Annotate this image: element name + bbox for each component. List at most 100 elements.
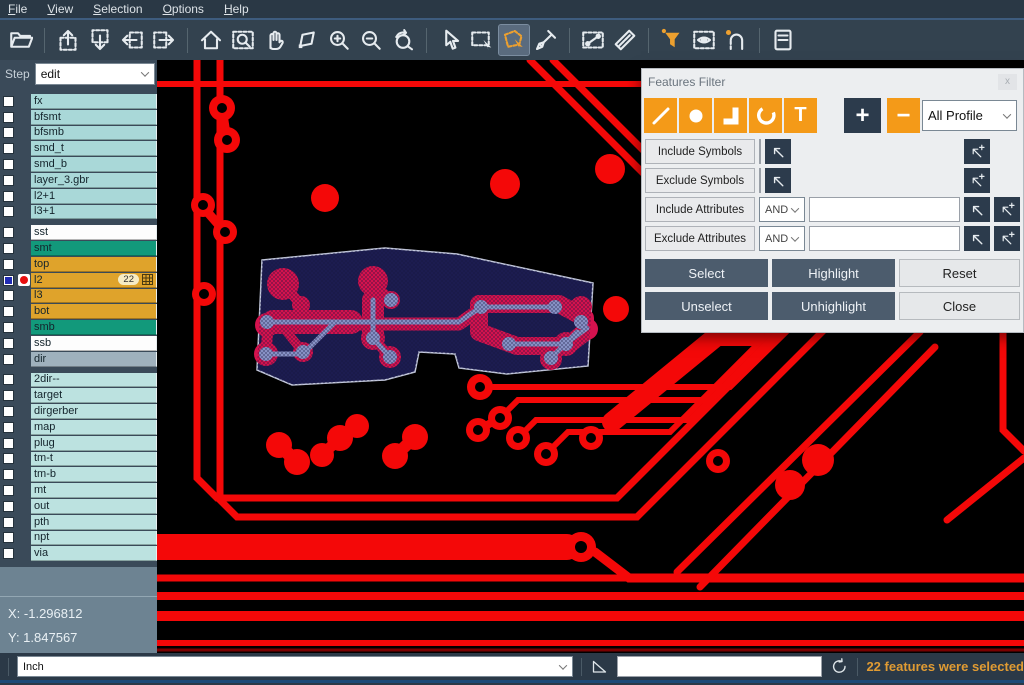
menu-item[interactable]: Selection [93,2,142,16]
refresh-icon[interactable] [830,657,849,676]
filter-row-label-button[interactable]: Include Attributes [645,197,755,222]
zoom-area-icon[interactable] [228,25,258,55]
filter-value-input[interactable] [759,139,761,164]
layer-visibility-checkbox[interactable] [3,485,14,496]
layer-visibility-checkbox[interactable] [3,127,14,138]
layer-visibility-checkbox[interactable] [3,227,14,238]
layer-name-bar[interactable]: bfsmt [31,110,157,125]
angle-measure-icon[interactable] [590,657,609,676]
surface-feature-button[interactable] [714,98,747,133]
step-select[interactable]: edit [35,63,155,85]
layer-visibility-checkbox[interactable] [3,453,14,464]
layer-visibility-checkbox[interactable] [3,259,14,270]
pan-down-icon[interactable] [85,25,115,55]
layer-visibility-checkbox[interactable] [3,338,14,349]
layer-visibility-checkbox[interactable] [3,112,14,123]
zoom-previous-icon[interactable] [388,25,418,55]
menu-item[interactable]: Options [163,2,204,16]
line-feature-button[interactable] [644,98,677,133]
layer-visibility-checkbox[interactable] [3,532,14,543]
filter-row-label-button[interactable]: Include Symbols [645,139,755,164]
select-cursor-icon[interactable] [435,25,465,55]
layer-name-bar[interactable]: smd_b [31,157,157,172]
layer-name-bar[interactable]: smb [31,320,157,335]
layer-visibility-checkbox[interactable] [3,422,14,433]
layer-name-bar[interactable]: l3 [31,289,157,304]
layer-name-bar[interactable]: bot [31,304,157,319]
layer-name-bar[interactable]: mt [31,483,157,498]
layer-name-bar[interactable]: layer_3.gbr [31,173,157,188]
layer-visibility-checkbox[interactable] [3,159,14,170]
layer-visibility-checkbox[interactable] [3,406,14,417]
remove-mode-button[interactable]: − [887,98,920,133]
layer-name-bar[interactable]: target [31,388,157,403]
ruler-icon[interactable] [610,25,640,55]
layer-name-bar[interactable]: l2 22 [31,273,157,288]
features-filter-icon[interactable] [657,25,687,55]
and-or-select[interactable]: AND [759,197,805,222]
layer-visibility-checkbox[interactable] [3,354,14,365]
layer-visibility-checkbox[interactable] [3,306,14,317]
attributes-grid-icon[interactable] [142,274,153,285]
filter-value-input[interactable] [809,197,960,222]
layer-visibility-checkbox[interactable] [3,390,14,401]
layer-name-bar[interactable]: out [31,499,157,514]
dialog-close-button[interactable]: x [998,74,1017,90]
pan-left-icon[interactable] [117,25,147,55]
command-input[interactable] [617,656,822,677]
rect-select-icon[interactable] [467,25,497,55]
dialog-action-button[interactable]: Unhighlight [772,292,895,320]
filter-row-label-button[interactable]: Exclude Attributes [645,226,755,251]
layer-name-bar[interactable]: 2dir-- [31,373,157,388]
pick-add-from-canvas-button[interactable] [994,197,1020,222]
layer-name-bar[interactable]: bfsmb [31,126,157,141]
layer-visibility-checkbox[interactable] [3,548,14,559]
layer-name-bar[interactable]: smt [31,241,157,256]
layer-name-bar[interactable]: pth [31,515,157,530]
filter-value-input[interactable] [759,168,761,193]
pick-from-canvas-button[interactable] [765,168,791,193]
pad-feature-button[interactable] [679,98,712,133]
layer-visibility-checkbox[interactable] [3,275,14,286]
layer-name-bar[interactable]: smd_t [31,141,157,156]
layer-visibility-checkbox[interactable] [3,290,14,301]
layer-visibility-checkbox[interactable] [3,501,14,512]
layer-visibility-checkbox[interactable] [3,96,14,107]
layer-name-bar[interactable]: fx [31,94,157,109]
dialog-action-button[interactable]: Select [645,259,768,287]
layer-visibility-checkbox[interactable] [3,517,14,528]
menu-item[interactable]: View [47,2,73,16]
dialog-action-button[interactable]: Close [899,292,1020,320]
layer-name-bar[interactable]: l3+1 [31,205,157,220]
dialog-action-button[interactable]: Unselect [645,292,768,320]
pick-add-from-canvas-button[interactable] [964,139,990,164]
pan-up-icon[interactable] [53,25,83,55]
add-mode-button[interactable]: + [844,98,881,133]
layer-visibility-checkbox[interactable] [3,206,14,217]
layer-name-bar[interactable]: via [31,546,157,561]
polygon-select-icon[interactable] [499,25,529,55]
menu-item[interactable]: Help [224,2,249,16]
layer-name-bar[interactable]: tm-b [31,467,157,482]
layer-visibility-checkbox[interactable] [3,374,14,385]
and-or-select[interactable]: AND [759,226,805,251]
zoom-polygon-icon[interactable] [292,25,322,55]
pan-hand-icon[interactable] [260,25,290,55]
layer-visibility-checkbox[interactable] [3,438,14,449]
pick-add-from-canvas-button[interactable] [964,168,990,193]
menu-item[interactable]: File [8,2,27,16]
active-layer-indicator[interactable] [18,274,30,286]
layer-name-bar[interactable]: npt [31,531,157,546]
units-select[interactable]: Inch [17,656,573,677]
layer-visibility-checkbox[interactable] [3,243,14,254]
layer-name-bar[interactable]: map [31,420,157,435]
profile-select[interactable]: All Profile [922,100,1017,131]
zoom-out-icon[interactable] [356,25,386,55]
layer-name-bar[interactable]: dirgerber [31,404,157,419]
pan-right-icon[interactable] [149,25,179,55]
layer-name-bar[interactable]: plug [31,436,157,451]
text-feature-button[interactable]: T [784,98,817,133]
net-follow-icon[interactable] [721,25,751,55]
clear-brush-icon[interactable] [531,25,561,55]
layer-name-bar[interactable]: sst [31,225,157,240]
